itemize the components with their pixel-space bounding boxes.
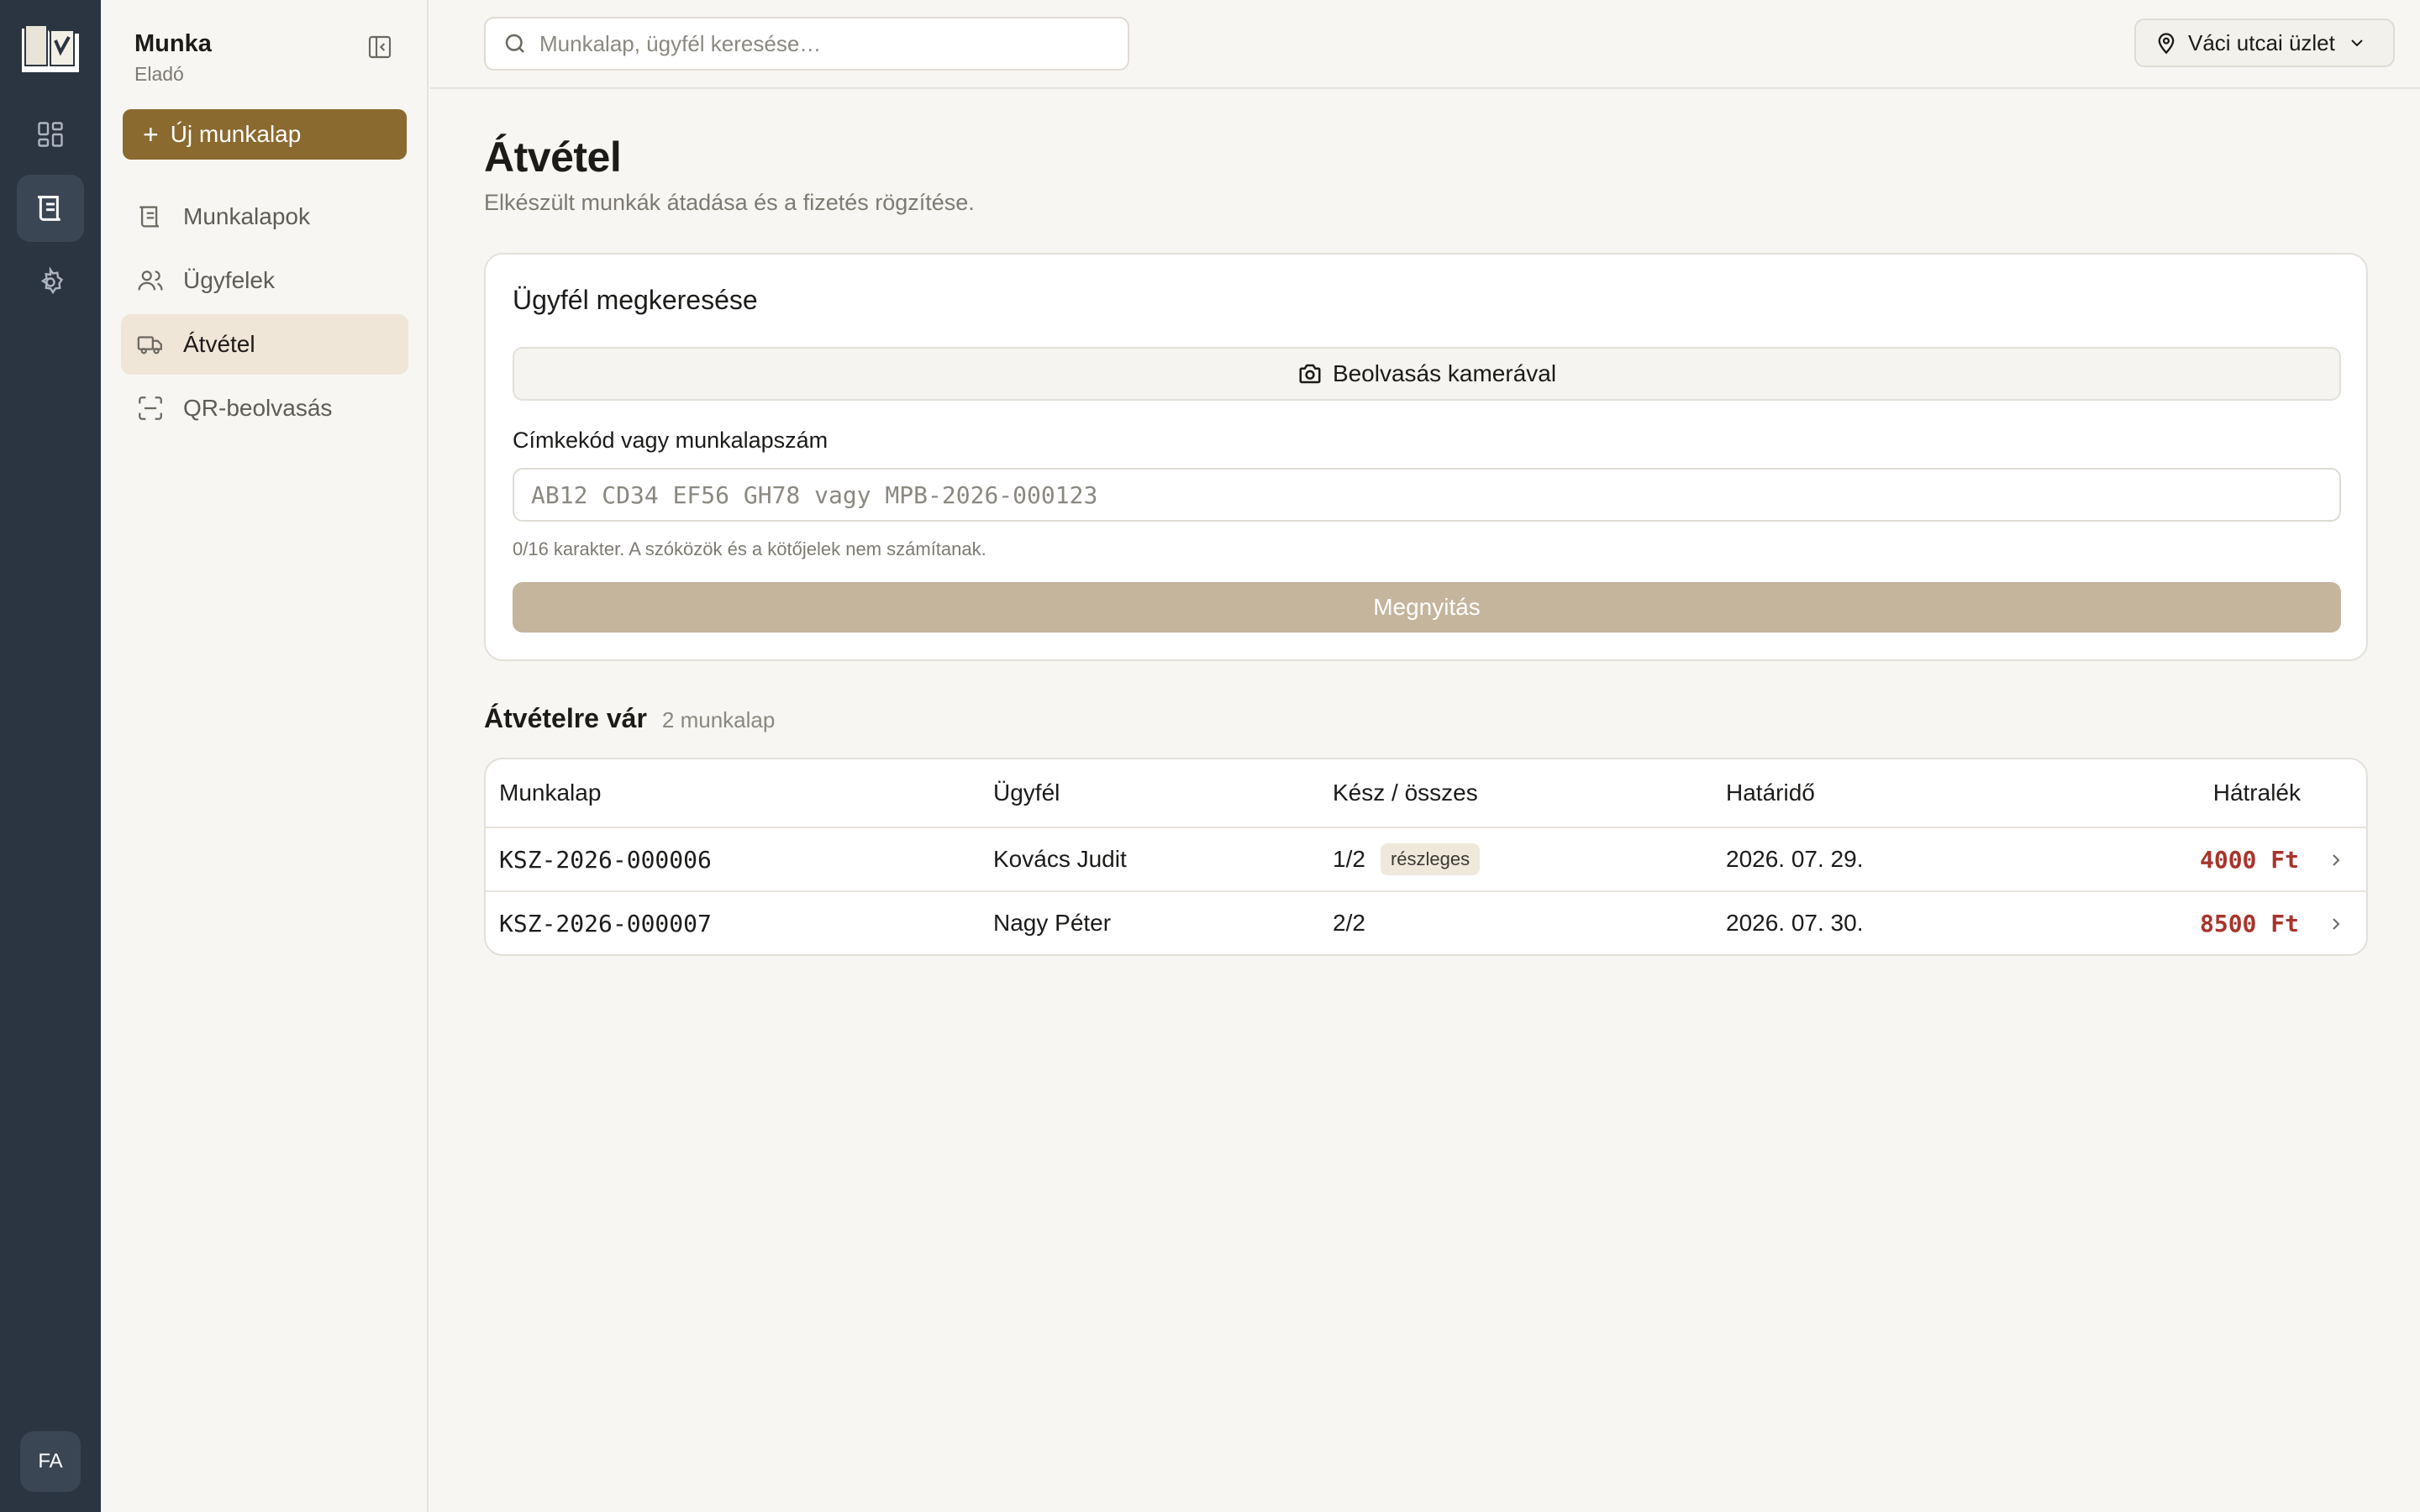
column-header[interactable]: Kész / összes bbox=[1333, 780, 1478, 806]
scan-icon bbox=[139, 396, 162, 420]
amount-due: 8500 Ft bbox=[2199, 909, 2299, 937]
pending-count: 2 munkalap bbox=[661, 707, 776, 732]
chevron-right-icon bbox=[2333, 918, 2340, 930]
pending-table: Munkalap Ügyfél Kész / összes Határidő H… bbox=[484, 758, 2368, 956]
code-input[interactable] bbox=[513, 468, 2341, 522]
sidebar-header: Munka Eladó bbox=[134, 30, 212, 86]
pending-section-header: Átvételre vár 2 munkalap bbox=[484, 703, 2366, 734]
worksheet-id: KSZ-2026-000006 bbox=[499, 845, 712, 874]
open-button-label: Megnyitás bbox=[1373, 594, 1481, 620]
progress-value: 2/2 bbox=[1333, 910, 1365, 936]
chevron-down-icon bbox=[2351, 39, 2363, 47]
table-row[interactable]: KSZ-2026-000007 Nagy Péter 2/2 2026. 07.… bbox=[486, 890, 2366, 954]
progress-cell: 2/2 bbox=[1333, 910, 1365, 937]
open-button[interactable]: Megnyitás bbox=[513, 582, 2341, 633]
customer-lookup-card: Ügyfél megkeresése Beolvasás kamerával C… bbox=[484, 253, 2368, 661]
progress-cell: 1/2 részleges bbox=[1333, 843, 1481, 875]
page-title: Átvétel bbox=[484, 134, 622, 181]
settings-rail-button[interactable] bbox=[17, 249, 84, 316]
search-input[interactable] bbox=[539, 30, 1111, 57]
sidebar-item-pickup[interactable]: Átvétel bbox=[121, 314, 408, 375]
column-header[interactable]: Ügyfél bbox=[993, 780, 1060, 806]
sidebar: Munka Eladó + Új munkalap Munkalapok Ügy… bbox=[101, 0, 429, 1512]
deadline: 2026. 07. 29. bbox=[1726, 846, 1864, 872]
table-row[interactable]: KSZ-2026-000006 Kovács Judit 1/2 részleg… bbox=[486, 827, 2366, 890]
customer-name: Nagy Péter bbox=[993, 910, 1112, 936]
location-label: Váci utcai üzlet bbox=[2188, 29, 2335, 55]
amount-due: 4000 Ft bbox=[2199, 845, 2299, 874]
receipt-icon bbox=[139, 206, 160, 228]
sidebar-item-qr-scan[interactable]: QR-beolvasás bbox=[121, 378, 408, 438]
lookup-title: Ügyfél megkeresése bbox=[513, 285, 758, 315]
new-worksheet-label: Új munkalap bbox=[170, 121, 302, 147]
sidebar-subtitle: Eladó bbox=[134, 63, 184, 85]
deadline: 2026. 07. 30. bbox=[1726, 910, 1864, 936]
grid-icon bbox=[38, 122, 63, 147]
sidebar-item-label: QR-beolvasás bbox=[183, 395, 333, 421]
sidebar-item-customers[interactable]: Ügyfelek bbox=[121, 250, 408, 311]
column-header[interactable]: Munkalap bbox=[499, 780, 601, 806]
sidebar-title: Munka bbox=[134, 30, 212, 57]
worksheets-rail-button[interactable] bbox=[17, 175, 84, 242]
code-hint: 0/16 karakter. A szóközök és a kötőjelek… bbox=[513, 538, 986, 559]
sidebar-item-label: Átvétel bbox=[183, 331, 255, 357]
code-field-label: Címkekód vagy munkalapszám bbox=[513, 428, 829, 453]
location-selector[interactable]: Váci utcai üzlet bbox=[2134, 18, 2395, 67]
customer-name: Kovács Judit bbox=[993, 846, 1127, 872]
new-worksheet-button[interactable]: + Új munkalap bbox=[123, 109, 407, 160]
sidebar-item-worksheets[interactable]: Munkalapok bbox=[121, 186, 408, 247]
search-box[interactable] bbox=[484, 17, 1129, 71]
map-pin-icon bbox=[2158, 33, 2175, 55]
sidebar-nav: Munkalapok Ügyfelek Átvétel QR-beolvasás bbox=[121, 186, 408, 442]
chevron-right-icon bbox=[2333, 854, 2340, 866]
user-avatar[interactable]: FA bbox=[20, 1431, 81, 1492]
users-icon bbox=[138, 270, 163, 291]
truck-icon bbox=[137, 336, 162, 354]
progress-value: 1/2 bbox=[1333, 846, 1365, 872]
plus-icon: + bbox=[143, 119, 159, 150]
avatar-initials: FA bbox=[38, 1450, 63, 1473]
search-icon bbox=[505, 34, 524, 53]
gear-icon bbox=[40, 267, 64, 295]
column-header[interactable]: Hátralék bbox=[2213, 780, 2301, 806]
table-header: Munkalap Ügyfél Kész / összes Határidő H… bbox=[486, 759, 2366, 827]
scan-camera-label: Beolvasás kamerával bbox=[1332, 360, 1557, 386]
worksheet-id: KSZ-2026-000007 bbox=[499, 909, 712, 937]
status-badge: részleges bbox=[1380, 843, 1481, 875]
pending-title: Átvételre vár bbox=[484, 703, 647, 733]
page-subtitle: Elkészült munkák átadása és a fizetés rö… bbox=[484, 190, 975, 215]
collapse-sidebar-icon[interactable] bbox=[366, 34, 393, 60]
scan-camera-button[interactable]: Beolvasás kamerával bbox=[513, 347, 2341, 401]
sidebar-item-label: Munkalapok bbox=[183, 203, 310, 229]
app-logo-icon[interactable] bbox=[18, 22, 82, 77]
column-header[interactable]: Határidő bbox=[1726, 780, 1815, 806]
dashboard-rail-button[interactable] bbox=[17, 101, 84, 168]
app-rail: FA bbox=[0, 0, 101, 1512]
top-bar: Váci utcai üzlet bbox=[430, 0, 2420, 89]
sidebar-item-label: Ügyfelek bbox=[183, 267, 275, 293]
receipt-icon bbox=[38, 196, 60, 221]
main-content: Átvétel Elkészült munkák átadása és a fi… bbox=[484, 89, 2368, 956]
camera-icon bbox=[1299, 364, 1321, 384]
